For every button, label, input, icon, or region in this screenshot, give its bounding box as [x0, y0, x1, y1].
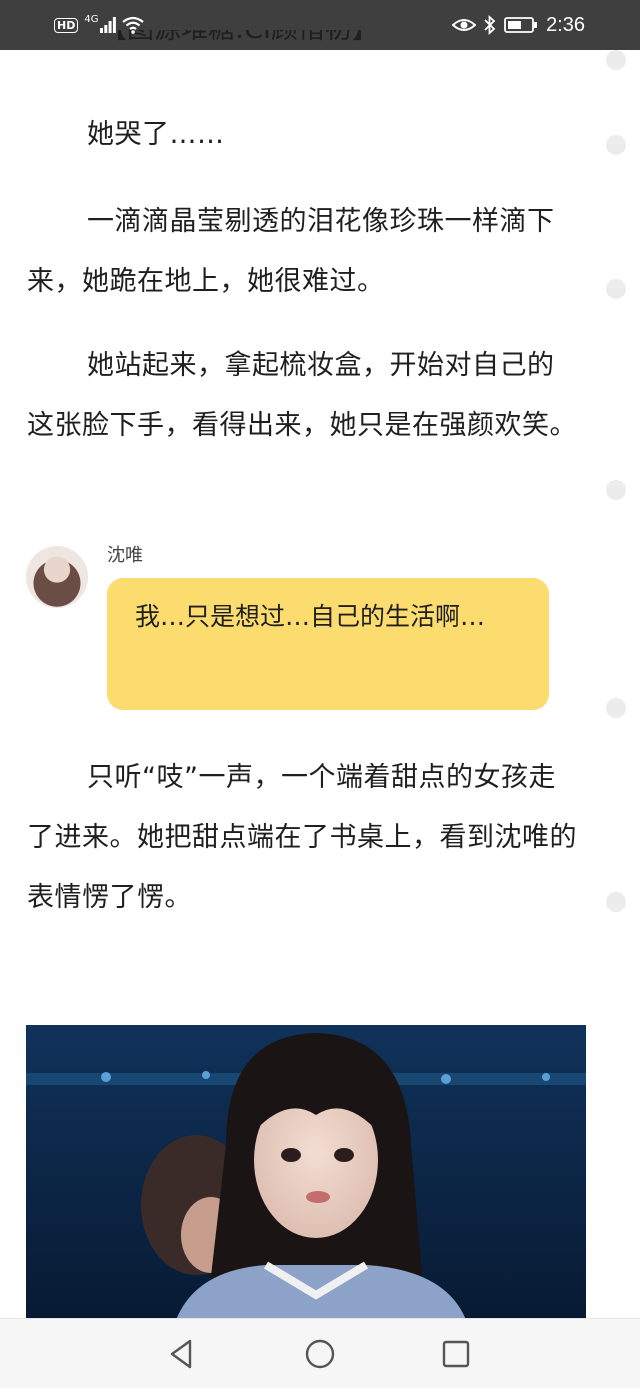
article-photo[interactable]	[26, 1025, 586, 1320]
recents-square-icon[interactable]	[439, 1337, 473, 1371]
side-marker	[606, 279, 626, 299]
network-type: 4G	[84, 13, 99, 25]
side-marker	[606, 892, 626, 912]
status-right: 2:36	[452, 12, 585, 38]
side-marker	[606, 480, 626, 500]
chat-message: 我…只是想过…自己的生活啊…	[135, 602, 486, 631]
side-marker	[606, 135, 626, 155]
home-circle-icon[interactable]	[303, 1337, 337, 1371]
navigation-bar	[0, 1318, 640, 1388]
bluetooth-icon	[484, 15, 496, 35]
article-paragraph: 只听“吱”一声，一个端着甜点的女孩走了进来。她把甜点端在了书桌上，看到沈唯的表情…	[27, 762, 577, 913]
photo-illustration	[26, 1025, 586, 1320]
avatar[interactable]	[26, 546, 88, 608]
clock: 2:36	[546, 13, 585, 36]
back-triangle-icon[interactable]	[166, 1337, 200, 1371]
article-paragraph: 一滴滴晶莹剔透的泪花像珍珠一样滴下来，她跪在地上，她很难过。	[27, 206, 555, 297]
side-marker	[606, 50, 626, 70]
article-paragraph: 她哭了……	[87, 119, 225, 150]
side-marker	[606, 698, 626, 718]
article-paragraph: 她站起来，拿起梳妆盒，开始对自己的这张脸下手，看得出来，她只是在强颜欢笑。	[27, 350, 577, 441]
chat-sender-name: 沈唯	[107, 545, 143, 566]
battery-icon	[504, 17, 538, 33]
image-caption: 【图源堆糖:CI顾惜初】	[100, 30, 379, 60]
hd-icon: HD	[54, 17, 79, 33]
eye-comfort-icon	[452, 19, 477, 31]
chat-bubble: 我…只是想过…自己的生活啊…	[107, 578, 549, 710]
